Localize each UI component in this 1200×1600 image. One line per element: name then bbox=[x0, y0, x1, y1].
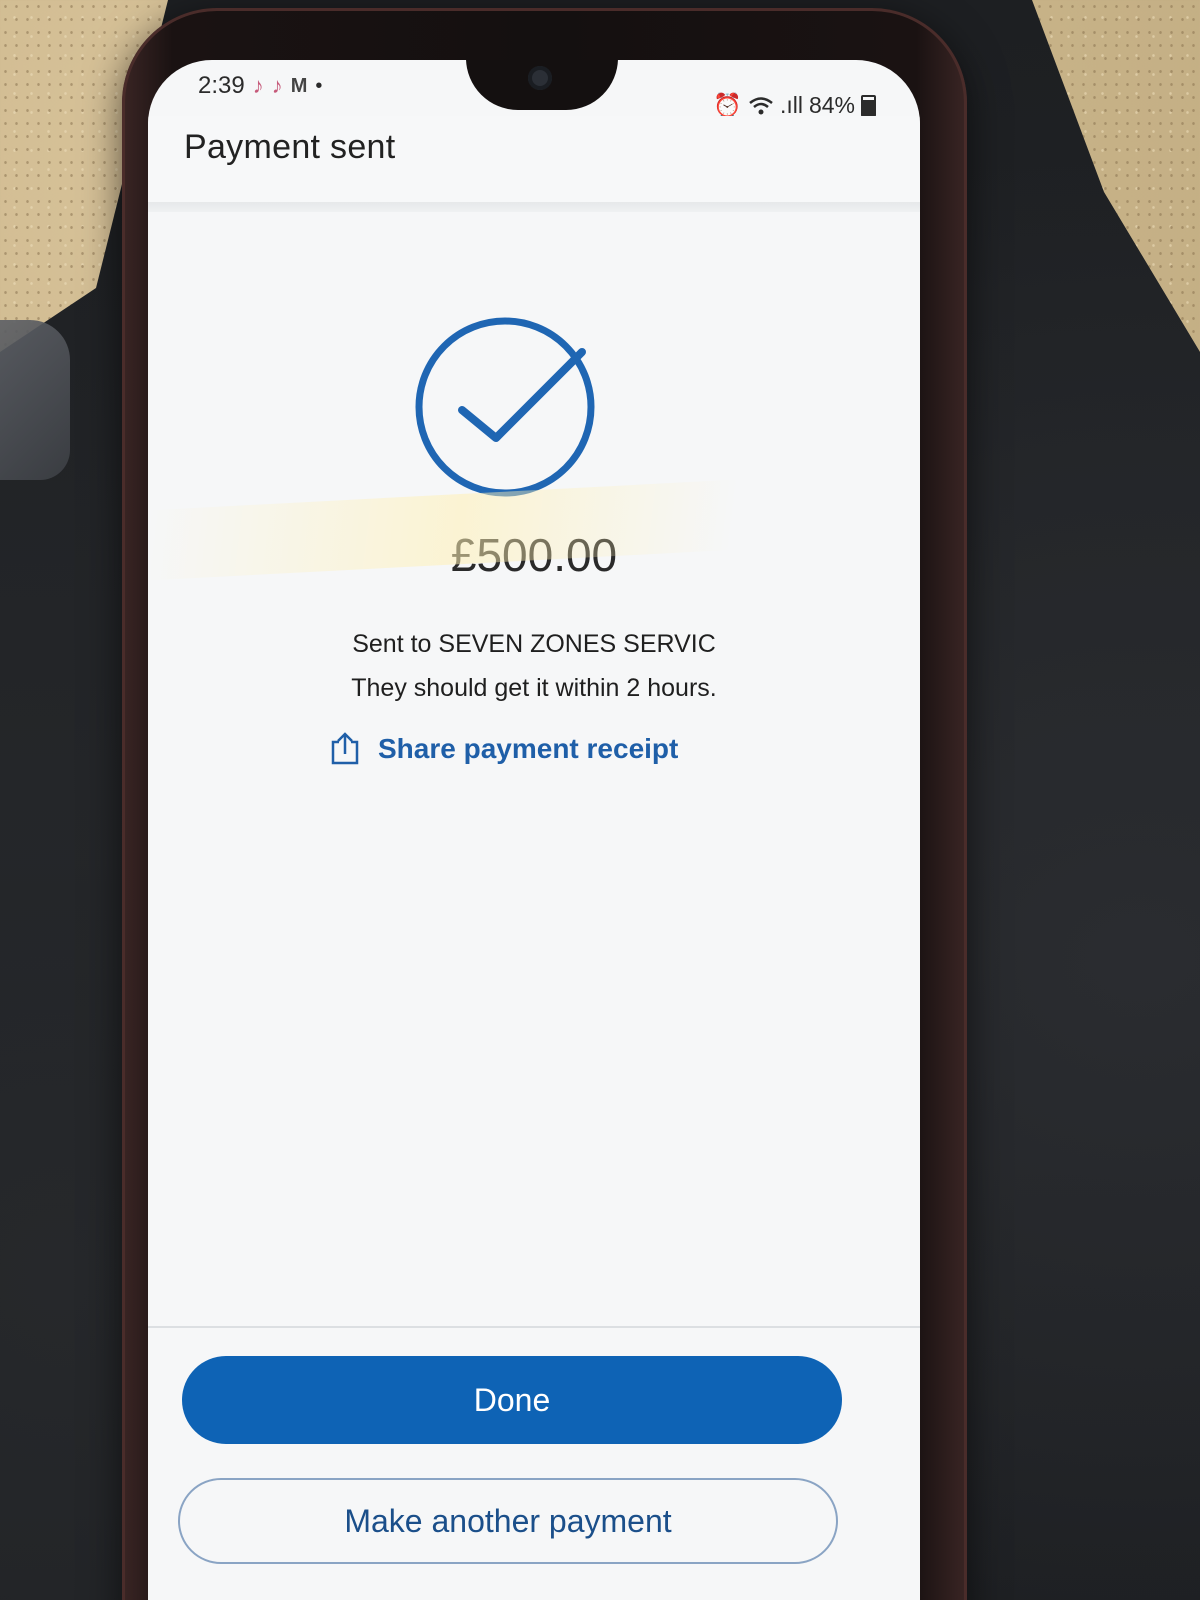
alarm-icon: ⏰ bbox=[713, 92, 742, 118]
eta-text: They should get it within 2 hours. bbox=[351, 674, 717, 702]
phone-screen: 2:39 ♪ ♪ M • ⏰ .ıll 84% Payment sent £50… bbox=[148, 60, 920, 1600]
share-receipt-label: Share payment receipt bbox=[378, 733, 679, 764]
app-header: Payment sent bbox=[148, 116, 920, 212]
signal-icon: .ıll bbox=[779, 92, 803, 118]
wifi-icon bbox=[749, 96, 773, 114]
payment-amount: £500.00 bbox=[450, 529, 618, 581]
footer-divider bbox=[148, 1326, 920, 1328]
status-right: ⏰ .ıll 84% bbox=[713, 92, 876, 119]
share-icon bbox=[331, 732, 359, 765]
status-left: 2:39 ♪ ♪ M • bbox=[198, 72, 322, 100]
status-time: 2:39 bbox=[198, 72, 245, 99]
gmail-icon: M bbox=[290, 74, 308, 97]
tiktok-icon: ♪ bbox=[252, 73, 264, 98]
battery-percent: 84% bbox=[808, 92, 855, 118]
tiktok-icon: ♪ bbox=[271, 73, 283, 98]
recipient-text: Sent to SEVEN ZONES SERVIC bbox=[352, 630, 716, 658]
page-title: Payment sent bbox=[184, 128, 396, 166]
battery-icon bbox=[861, 94, 876, 117]
status-bar: 2:39 ♪ ♪ M • ⏰ .ıll 84% bbox=[148, 68, 920, 118]
make-another-payment-button[interactable]: Make another payment bbox=[178, 1478, 838, 1564]
phone-frame: 2:39 ♪ ♪ M • ⏰ .ıll 84% Payment sent £50… bbox=[122, 8, 967, 1600]
share-receipt-link[interactable]: Share payment receipt bbox=[328, 732, 678, 766]
background-shoe bbox=[0, 320, 70, 480]
notification-dot-icon: • bbox=[315, 74, 323, 97]
done-button[interactable]: Done bbox=[182, 1356, 842, 1444]
header-divider bbox=[148, 202, 920, 212]
check-circle-icon bbox=[415, 317, 595, 497]
